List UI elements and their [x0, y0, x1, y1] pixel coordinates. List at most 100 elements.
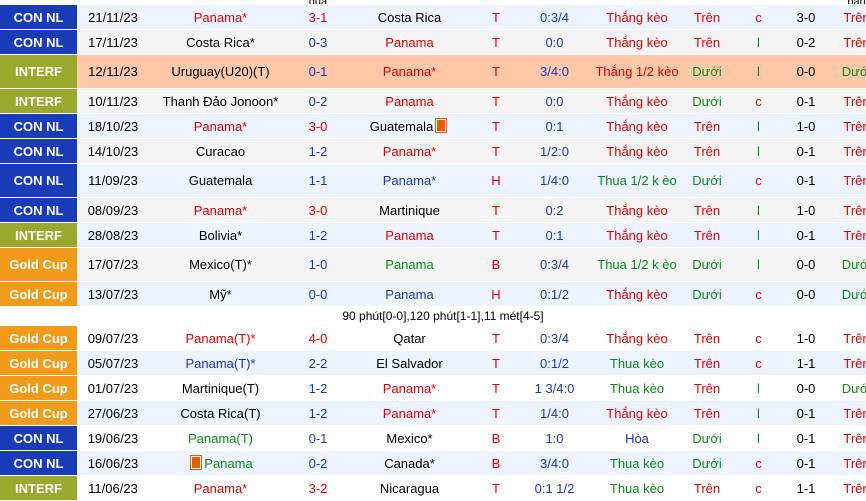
home-team[interactable]: Panama	[149, 450, 292, 476]
league-badge[interactable]: CON NL	[0, 113, 77, 139]
away-team-name[interactable]: Martinique	[379, 203, 440, 218]
match-score[interactable]: 0-2	[292, 450, 344, 476]
away-team[interactable]: Panama*	[344, 400, 475, 426]
home-team-name[interactable]: Panama	[204, 456, 252, 471]
league-badge[interactable]: Gold Cup	[0, 375, 77, 401]
away-team-name[interactable]: Panama	[385, 228, 433, 243]
away-team[interactable]: Qatar	[344, 325, 475, 351]
league-badge[interactable]: Gold Cup	[0, 247, 77, 282]
away-team-name[interactable]: Canada*	[384, 456, 435, 471]
home-team[interactable]: Panama(T)	[149, 425, 292, 451]
match-score[interactable]: 4-0	[292, 325, 344, 351]
home-team-name[interactable]: Panama*	[194, 119, 247, 134]
home-team-name[interactable]: Panama(T)*	[185, 356, 255, 371]
match-score[interactable]: 3-1	[292, 4, 344, 30]
away-team-name[interactable]: Guatemala	[370, 119, 434, 134]
home-team[interactable]: Bolivia*	[149, 222, 292, 248]
away-team[interactable]: Guatemala	[344, 113, 475, 139]
home-team-name[interactable]: Uruguay(U20)(T)	[171, 64, 269, 79]
match-score[interactable]: 1-2	[292, 222, 344, 248]
league-badge[interactable]: CON NL	[0, 29, 77, 55]
away-team[interactable]: Canada*	[344, 450, 475, 476]
away-team-name[interactable]: Panama	[385, 94, 433, 109]
home-team-name[interactable]: Panama*	[194, 481, 247, 496]
league-badge[interactable]: CON NL	[0, 197, 77, 223]
away-team[interactable]: Panama	[344, 29, 475, 55]
away-team-name[interactable]: Mexico*	[386, 431, 432, 446]
match-score[interactable]: 2-2	[292, 350, 344, 376]
league-badge[interactable]: INTERF	[0, 222, 77, 248]
away-team-name[interactable]: Qatar	[393, 331, 426, 346]
away-team[interactable]: Panama	[344, 88, 475, 114]
league-badge[interactable]: CON NL	[0, 450, 77, 476]
home-team[interactable]: Costa Rica(T)	[149, 400, 292, 426]
league-badge[interactable]: INTERF	[0, 88, 77, 114]
home-team-name[interactable]: Guatemala	[189, 173, 253, 188]
home-team-name[interactable]: Costa Rica(T)	[180, 406, 260, 421]
away-team-name[interactable]: El Salvador	[376, 356, 442, 371]
home-team[interactable]: Panama*	[149, 4, 292, 30]
league-badge[interactable]: INTERF	[0, 475, 77, 501]
home-team[interactable]: Panama*	[149, 113, 292, 139]
away-team-name[interactable]: Panama*	[383, 144, 436, 159]
match-score[interactable]: 1-2	[292, 138, 344, 164]
away-team[interactable]: Costa Rica	[344, 4, 475, 30]
home-team[interactable]: Mỹ*	[149, 281, 292, 307]
home-team-name[interactable]: Curacao	[196, 144, 245, 159]
match-score[interactable]: 1-2	[292, 400, 344, 426]
away-team-name[interactable]: Panama	[385, 287, 433, 302]
home-team[interactable]: Costa Rica*	[149, 29, 292, 55]
league-badge[interactable]: CON NL	[0, 4, 77, 30]
away-team[interactable]: Panama*	[344, 138, 475, 164]
away-team[interactable]: Panama*	[344, 163, 475, 198]
match-score[interactable]: 0-3	[292, 29, 344, 55]
league-badge[interactable]: INTERF	[0, 54, 77, 89]
home-team[interactable]: Panama(T)*	[149, 325, 292, 351]
league-badge[interactable]: CON NL	[0, 425, 77, 451]
away-team[interactable]: El Salvador	[344, 350, 475, 376]
match-score[interactable]: 1-2	[292, 375, 344, 401]
home-team-name[interactable]: Panama(T)	[188, 431, 253, 446]
away-team[interactable]: Panama	[344, 247, 475, 282]
home-team[interactable]: Panama(T)*	[149, 350, 292, 376]
away-team-name[interactable]: Panama*	[383, 64, 436, 79]
match-score[interactable]: 0-0	[292, 281, 344, 307]
away-team[interactable]: Mexico*	[344, 425, 475, 451]
home-team[interactable]: Martinique(T)	[149, 375, 292, 401]
away-team-name[interactable]: Costa Rica	[378, 10, 442, 25]
match-score[interactable]: 0-2	[292, 88, 344, 114]
home-team-name[interactable]: Mexico(T)*	[189, 257, 252, 272]
home-team-name[interactable]: Mỹ*	[209, 287, 231, 302]
away-team-name[interactable]: Panama	[385, 257, 433, 272]
home-team-name[interactable]: Panama*	[194, 10, 247, 25]
home-team-name[interactable]: Panama*	[194, 203, 247, 218]
match-score[interactable]: 1-1	[292, 163, 344, 198]
away-team-name[interactable]: Panama*	[383, 406, 436, 421]
home-team[interactable]: Thanh Đảo Jonoon*	[149, 88, 292, 114]
home-team[interactable]: Mexico(T)*	[149, 247, 292, 282]
away-team[interactable]: Nicaragua	[344, 475, 475, 501]
away-team-name[interactable]: Panama*	[383, 381, 436, 396]
home-team-name[interactable]: Thanh Đảo Jonoon*	[163, 94, 279, 109]
away-team[interactable]: Panama	[344, 222, 475, 248]
match-score[interactable]: 3-0	[292, 197, 344, 223]
home-team-name[interactable]: Martinique(T)	[182, 381, 259, 396]
league-badge[interactable]: Gold Cup	[0, 281, 77, 307]
home-team[interactable]: Uruguay(U20)(T)	[149, 54, 292, 89]
match-score[interactable]: 0-1	[292, 54, 344, 89]
away-team[interactable]: Panama	[344, 281, 475, 307]
home-team[interactable]: Panama*	[149, 197, 292, 223]
home-team-name[interactable]: Panama(T)*	[185, 331, 255, 346]
away-team-name[interactable]: Panama*	[383, 173, 436, 188]
match-score[interactable]: 0-1	[292, 425, 344, 451]
home-team-name[interactable]: Costa Rica*	[186, 35, 255, 50]
home-team[interactable]: Panama*	[149, 475, 292, 501]
away-team-name[interactable]: Panama	[385, 35, 433, 50]
away-team[interactable]: Panama*	[344, 54, 475, 89]
away-team[interactable]: Martinique	[344, 197, 475, 223]
league-badge[interactable]: Gold Cup	[0, 350, 77, 376]
home-team[interactable]: Guatemala	[149, 163, 292, 198]
match-score[interactable]: 1-0	[292, 247, 344, 282]
away-team-name[interactable]: Nicaragua	[380, 481, 439, 496]
match-score[interactable]: 3-2	[292, 475, 344, 501]
